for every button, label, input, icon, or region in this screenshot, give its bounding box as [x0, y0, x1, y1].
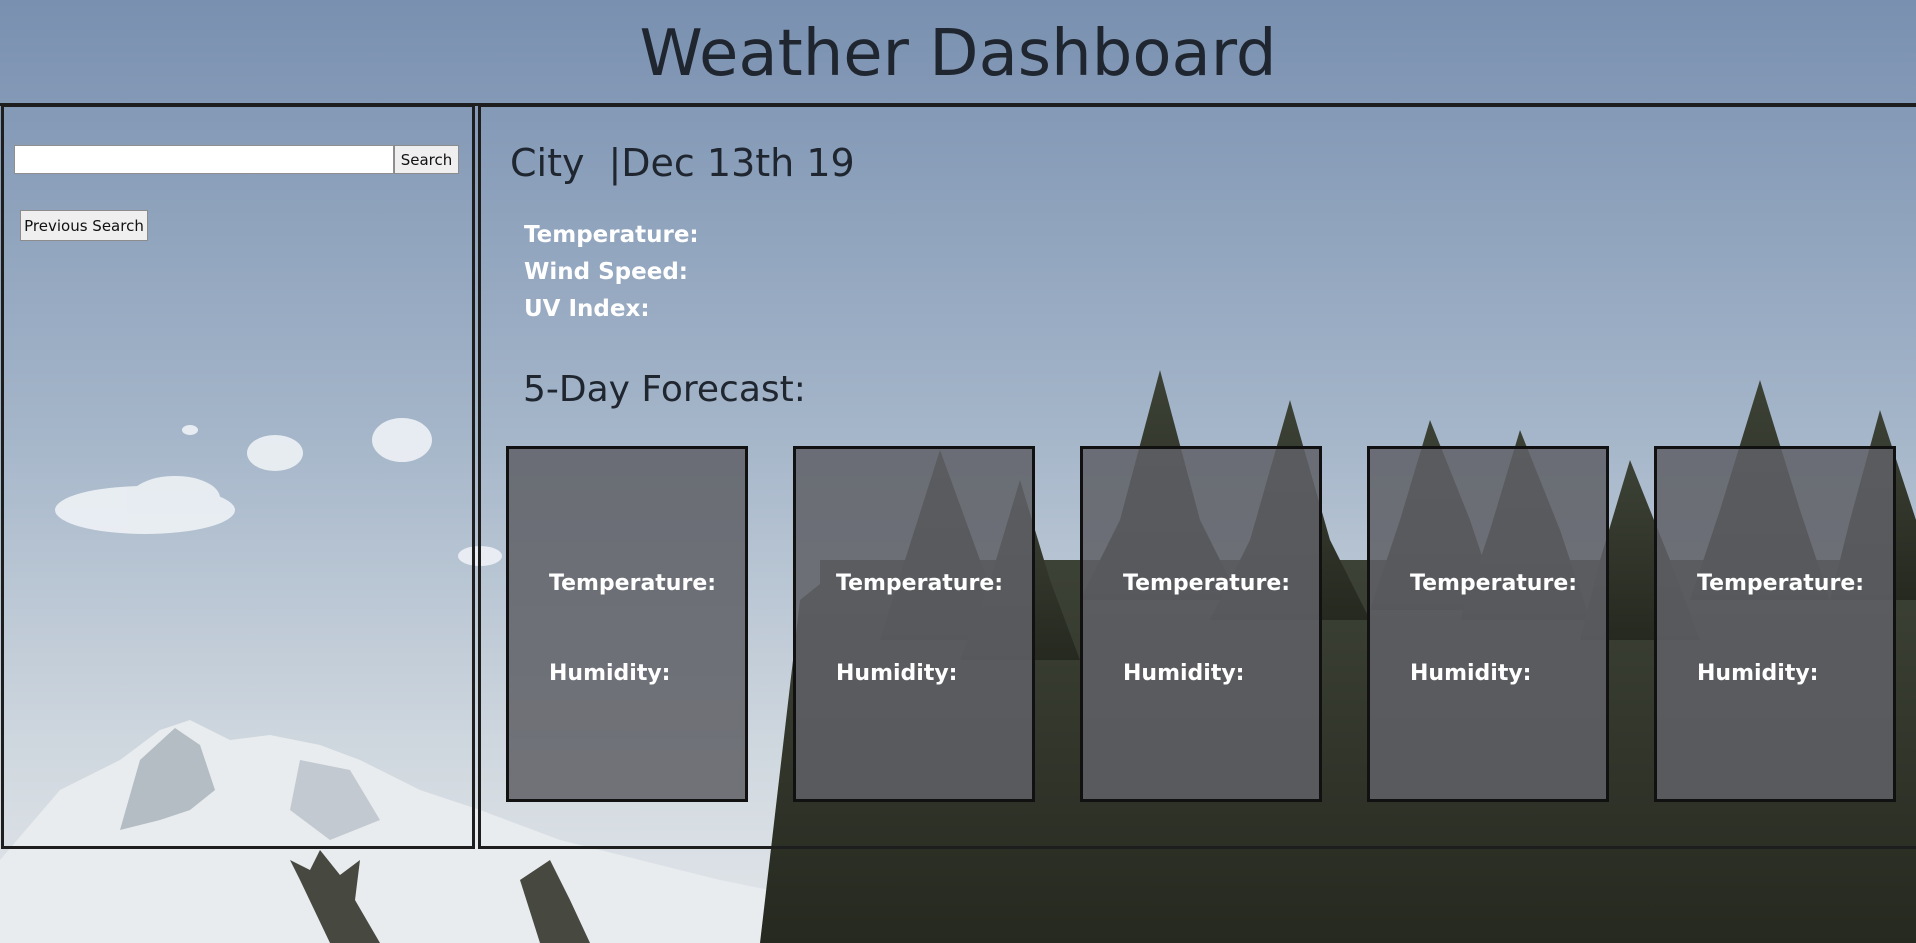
heading-separator: | [608, 141, 622, 185]
uv-index-label: UV Index: [524, 296, 650, 322]
weather-main-panel: City |Dec 13th 19 Temperature: Wind Speed… [478, 104, 1916, 849]
page-title: Weather Dashboard [639, 17, 1277, 91]
forecast-humidity-label: Humidity: [1123, 661, 1245, 686]
header-divider [0, 103, 1916, 106]
forecast-card-4: Temperature: Humidity: [1367, 446, 1609, 802]
wind-speed-label: Wind Speed: [524, 259, 688, 285]
forecast-temperature-label: Temperature: [836, 571, 1004, 596]
previous-search-button[interactable]: Previous Search [20, 210, 148, 241]
forecast-humidity-label: Humidity: [1410, 661, 1532, 686]
forecast-card-5: Temperature: Humidity: [1654, 446, 1896, 802]
forecast-temperature-label: Temperature: [1410, 571, 1578, 596]
page-header: Weather Dashboard [0, 0, 1916, 104]
forecast-card-3: Temperature: Humidity: [1080, 446, 1322, 802]
forecast-temperature-label: Temperature: [1697, 571, 1865, 596]
search-button[interactable]: Search [394, 145, 459, 174]
forecast-temperature-label: Temperature: [549, 571, 717, 596]
forecast-temperature-label: Temperature: [1123, 571, 1291, 596]
forecast-card-1: Temperature: Humidity: [506, 446, 748, 802]
forecast-humidity-label: Humidity: [1697, 661, 1819, 686]
search-sidebar: Search Previous Search [1, 104, 475, 849]
city-date-heading: City |Dec 13th 19 [510, 141, 855, 185]
city-search-input[interactable] [14, 145, 394, 174]
forecast-humidity-label: Humidity: [549, 661, 671, 686]
forecast-humidity-label: Humidity: [836, 661, 958, 686]
forecast-title: 5-Day Forecast: [523, 369, 806, 410]
city-name: City [510, 141, 585, 185]
temperature-label: Temperature: [524, 222, 699, 248]
forecast-cards: Temperature: Humidity: Temperature: Humi… [506, 446, 1916, 804]
current-weather-stats: Temperature: Wind Speed: UV Index: [524, 217, 699, 328]
current-date: Dec 13th 19 [621, 141, 855, 185]
forecast-card-2: Temperature: Humidity: [793, 446, 1035, 802]
